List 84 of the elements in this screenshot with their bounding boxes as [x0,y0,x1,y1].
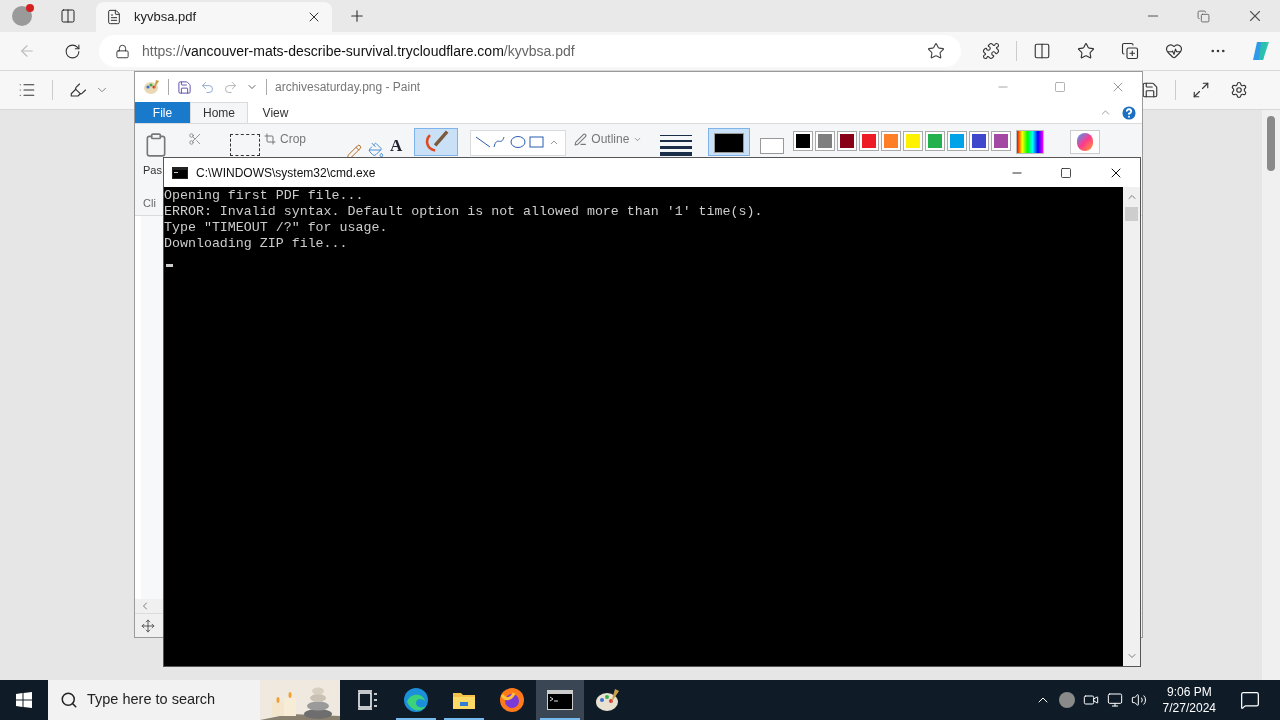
color-1-button[interactable] [708,128,751,156]
puzzle-icon[interactable] [982,42,1000,60]
tab-title: kyvbsa.pdf [134,8,198,27]
maximize-icon[interactable] [1060,166,1072,179]
palette-swatch[interactable] [860,132,879,150]
outline-icon[interactable] [18,81,36,99]
clock[interactable]: 9:06 PM 7/27/2024 [1154,684,1224,716]
windows-start-icon[interactable] [16,692,32,708]
collections-icon[interactable] [1121,42,1139,60]
fullscreen-icon[interactable] [1192,81,1210,99]
task-view-icon [357,690,379,710]
new-tab-icon[interactable] [348,7,366,25]
paint-3d-button[interactable] [1070,130,1101,154]
split-screen-icon[interactable] [1033,42,1051,60]
move-icon [141,618,155,633]
paste-label: Pas [143,163,163,178]
outline-button[interactable]: Outline [574,130,643,148]
terminal-icon [172,166,188,179]
shapes-gallery[interactable] [470,130,567,156]
reload-icon[interactable] [64,42,81,60]
console-line: ERROR: Invalid syntax. Default option is not allowed more than '1' time(s). [164,204,764,220]
restore-icon[interactable] [1197,9,1210,23]
palette-swatch[interactable] [970,132,989,150]
notifications-icon[interactable] [1240,690,1260,710]
address-bar[interactable]: https://vancouver-mats-describe-survival.trycloudflare.com/kyvbsa.pdf [99,35,961,67]
help-icon[interactable] [1120,103,1138,122]
edit-colors-button[interactable] [1016,130,1045,154]
select-button[interactable] [230,134,260,156]
favorites-icon[interactable] [1077,42,1095,60]
save-icon[interactable] [177,79,192,95]
console-line: Opening first PDF file... [164,188,365,204]
palette-swatch[interactable] [948,132,967,150]
palette-swatch[interactable] [904,132,923,150]
palette-icon[interactable] [143,79,160,95]
volume-icon[interactable] [1130,692,1147,708]
console-line: Type "TIMEOUT /?" for usage. [164,220,389,236]
palette-swatch[interactable] [882,132,901,150]
search-icon [60,691,78,709]
search-box[interactable]: Type here to search [48,680,340,720]
palette-swatch[interactable] [926,132,945,150]
cmd-taskbar-button[interactable] [536,680,584,720]
ribbon-tab[interactable]: Home [190,102,248,123]
palette-swatch[interactable] [794,132,813,150]
scissors-icon[interactable] [188,132,202,146]
browser-icon [499,687,525,713]
crop-button[interactable]: Crop [264,130,306,148]
palette-swatch[interactable] [838,132,857,150]
ribbon-tab[interactable]: View [248,102,303,123]
fill-icon[interactable] [368,142,384,158]
heart-pulse-icon[interactable] [1165,42,1183,60]
terminal-icon [547,690,573,710]
url-text: https://vancouver-mats-describe-survival.trycloudflare.com/kyvbsa.pdf [142,41,576,61]
scrollbar-thumb[interactable] [1267,116,1275,171]
ribbon-tab[interactable]: File [135,102,190,123]
crop-icon [264,133,276,145]
palette-swatch[interactable] [816,132,835,150]
tab-actions-icon[interactable] [60,8,76,24]
console-line: Downloading ZIP file... [164,236,349,252]
browser-icon [403,687,429,713]
group-label: Cli [143,195,157,211]
palette-swatch[interactable] [992,132,1011,150]
skype-icon[interactable] [1058,692,1075,708]
window-title: C:\WINDOWS\system32\cmd.exe [196,164,376,182]
highlighter-icon[interactable] [69,81,87,99]
star-icon[interactable] [927,42,945,60]
palette-icon [595,688,621,712]
profile-avatar[interactable] [12,6,32,26]
pencil-icon[interactable] [346,144,362,160]
size-icon[interactable] [660,134,693,156]
network-icon[interactable] [1106,692,1123,708]
folder-icon [452,690,476,710]
browser-tab[interactable]: kyvbsa.pdf [96,2,332,32]
cursor [166,264,173,267]
shapes-icon [475,135,560,149]
brushes-button[interactable] [414,128,459,156]
settings-icon[interactable] [1230,81,1248,99]
window-title: archivesaturday.png - Paint [275,79,421,96]
pen-icon [574,132,588,146]
document-icon [106,9,122,25]
save-icon[interactable] [1141,81,1159,99]
lock-icon [115,43,130,59]
scrollbar-thumb[interactable] [1125,207,1138,221]
text-tool[interactable]: A [390,137,403,155]
camera-icon[interactable] [1082,692,1099,708]
